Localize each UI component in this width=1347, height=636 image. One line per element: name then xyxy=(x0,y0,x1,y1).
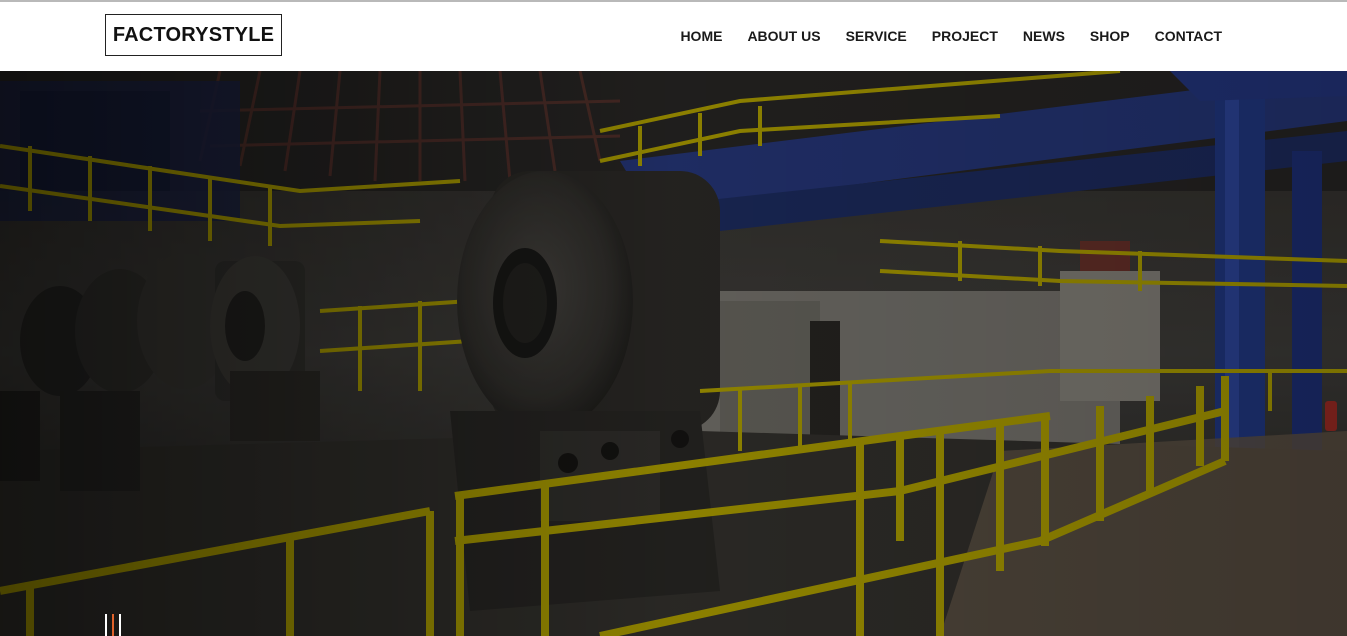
slider-bar-1 xyxy=(105,614,107,636)
site-header: FACTORYSTYLE HOME ABOUT US SERVICE PROJE… xyxy=(0,2,1347,71)
site-logo[interactable]: FACTORYSTYLE xyxy=(105,14,282,56)
nav-item-project[interactable]: PROJECT xyxy=(932,26,998,46)
nav-item-about-us[interactable]: ABOUT US xyxy=(747,26,820,46)
slider-bar-2 xyxy=(112,614,114,636)
hero-slider xyxy=(0,71,1347,636)
slider-bar-3 xyxy=(119,614,121,636)
nav-item-news[interactable]: NEWS xyxy=(1023,26,1065,46)
nav-item-service[interactable]: SERVICE xyxy=(846,26,907,46)
nav-item-shop[interactable]: SHOP xyxy=(1090,26,1130,46)
nav-item-home[interactable]: HOME xyxy=(680,26,722,46)
main-nav: HOME ABOUT US SERVICE PROJECT NEWS SHOP … xyxy=(680,26,1222,46)
slider-indicator-icon[interactable] xyxy=(105,614,125,636)
nav-item-contact[interactable]: CONTACT xyxy=(1155,26,1222,46)
factory-steel-coil-photo xyxy=(0,71,1347,636)
